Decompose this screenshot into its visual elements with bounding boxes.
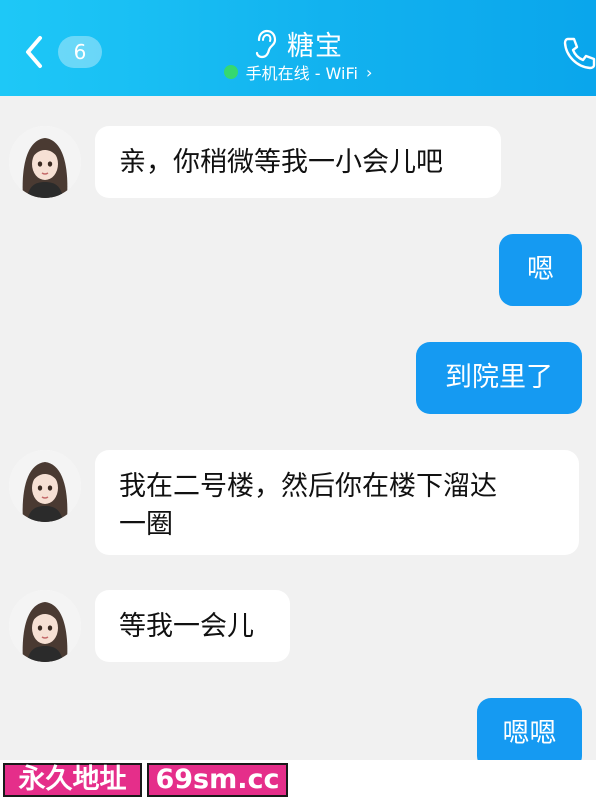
message-text: 等我一会儿 <box>119 611 254 642</box>
status-chevron-icon: › <box>365 62 373 82</box>
message-text: 亲，你稍微等我一小会儿吧 <box>119 147 443 178</box>
contact-avatar[interactable] <box>9 590 81 662</box>
permanent-address-tag[interactable]: 永久地址 <box>3 763 142 797</box>
sent-message-bubble[interactable]: 嗯 <box>499 234 582 306</box>
contact-name[interactable]: 糖宝 <box>287 24 343 63</box>
site-url-tag[interactable]: 69sm.cc <box>147 763 288 797</box>
received-message-bubble[interactable]: 亲，你稍微等我一小会儿吧 <box>95 126 501 198</box>
message-text: 嗯嗯 <box>502 718 557 749</box>
contact-avatar[interactable] <box>9 450 81 522</box>
sent-message-bubble[interactable]: 到院里了 <box>416 342 582 414</box>
avatar-portrait-icon <box>9 450 81 522</box>
phone-icon[interactable] <box>562 36 596 70</box>
footer-bar: 永久地址 69sm.cc <box>0 760 596 800</box>
message-text: 到院里了 <box>445 362 553 393</box>
received-message-bubble[interactable]: 等我一会儿 <box>95 590 290 662</box>
message-list[interactable]: 亲，你稍微等我一小会儿吧 嗯 到院里了 我在二号楼，然后你在楼下溜达 一圈 等我… <box>0 96 596 770</box>
chat-header: 6 糖宝 手机在线 - WiFi › <box>0 0 596 96</box>
message-text: 我在二号楼，然后你在楼下溜达 <box>119 471 497 502</box>
avatar-portrait-icon <box>9 126 81 198</box>
ear-icon[interactable] <box>253 29 277 59</box>
message-text: 一圈 <box>119 509 173 540</box>
online-status-dot <box>223 65 238 79</box>
online-status-text[interactable]: 手机在线 - WiFi <box>246 60 358 84</box>
received-message-bubble[interactable]: 我在二号楼，然后你在楼下溜达 一圈 <box>95 450 579 555</box>
message-text: 嗯 <box>527 254 554 285</box>
avatar-portrait-icon <box>9 590 81 662</box>
contact-avatar[interactable] <box>9 126 81 198</box>
